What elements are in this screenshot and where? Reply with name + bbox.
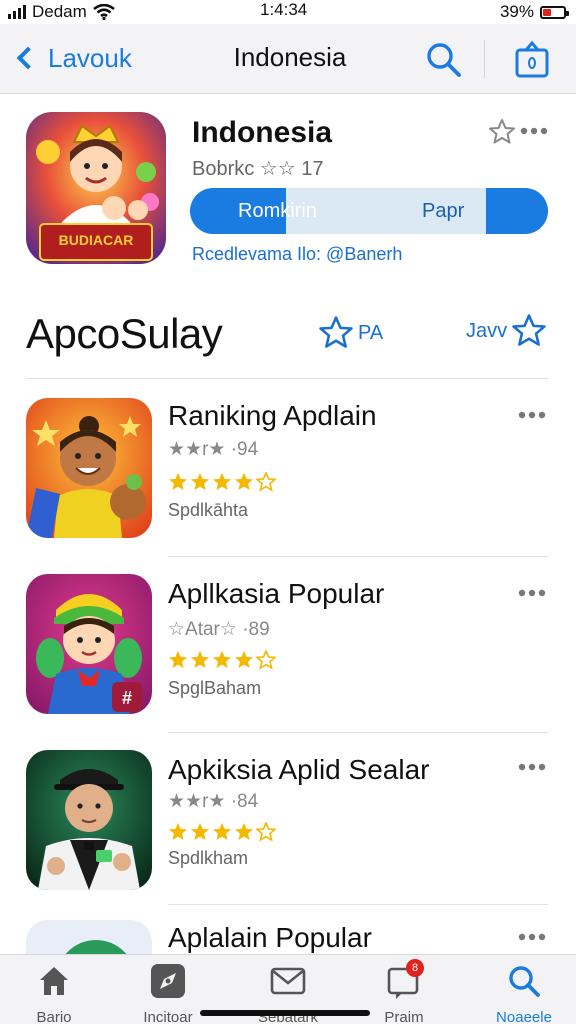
app-icon[interactable] xyxy=(26,750,152,890)
share-icon[interactable] xyxy=(512,38,552,82)
app-name: Apllkasia Popular xyxy=(168,578,385,609)
app-meta: ★★r★ ·94 xyxy=(168,439,259,460)
star-rating xyxy=(168,822,276,842)
row-divider xyxy=(168,556,548,557)
section-title: ApcoSulay xyxy=(26,310,223,357)
chevron-left-icon xyxy=(16,46,40,70)
app-name: Aplalain Popular xyxy=(168,922,372,953)
star-rating xyxy=(168,472,276,492)
app-name: Apkiksia Aplid Sealar xyxy=(168,754,430,785)
more-icon[interactable] xyxy=(518,410,546,420)
section-left-action-label: PA xyxy=(358,321,384,344)
app-icon[interactable] xyxy=(26,920,152,954)
star-filled-icon xyxy=(213,651,231,668)
tab-label: Bario xyxy=(36,1009,72,1024)
back-button[interactable]: Lavouk xyxy=(14,38,132,78)
list-item[interactable]: Apkiksia Aplid Sealar ★★r★ ·84 Spdlkham xyxy=(0,736,576,912)
star-empty-icon xyxy=(256,822,276,842)
star-empty-icon xyxy=(256,650,276,670)
battery-icon xyxy=(540,5,569,19)
list-item[interactable]: # Apllkasia Popular ☆Atar☆ ·89 SpglBaham xyxy=(0,560,576,736)
star-filled-icon xyxy=(169,823,187,840)
star-filled-icon xyxy=(213,823,231,840)
row-divider xyxy=(168,904,548,905)
app-category: Spdlkham xyxy=(168,848,249,868)
featured-app-subtitle: Bobrkc ☆☆ 17 xyxy=(192,158,324,180)
tab-search[interactable]: Noaeele xyxy=(474,963,574,1024)
featured-action-button[interactable]: Romkirin Papr xyxy=(190,188,548,234)
app-icon[interactable]: # xyxy=(26,574,152,714)
star-filled-icon xyxy=(235,473,253,490)
app-category: SpglBaham xyxy=(168,678,262,698)
star-filled-icon xyxy=(191,473,209,490)
search-icon xyxy=(509,966,540,997)
carrier-label: Dedam xyxy=(32,2,87,21)
app-category: Spdlkāhta xyxy=(168,500,249,520)
status-bar: Dedam 1:4:34 39% xyxy=(0,0,576,24)
star-filled-icon xyxy=(169,651,187,668)
list-item[interactable]: Raniking Apdlain ★★r★ ·94 Spdlkāhta xyxy=(0,384,576,560)
section-right-action-label: Javv xyxy=(466,319,508,342)
star-filled-icon xyxy=(213,473,231,490)
star-filled-icon xyxy=(169,473,187,490)
more-icon[interactable] xyxy=(518,762,546,772)
star-outline-icon xyxy=(319,316,353,348)
status-right: 39% xyxy=(499,2,569,22)
notification-badge: 8 xyxy=(406,959,424,977)
app-name: Raniking Apdlain xyxy=(168,400,377,431)
battery-fill xyxy=(543,8,551,16)
star-filled-icon xyxy=(235,651,253,668)
star-filled-icon xyxy=(235,823,253,840)
home-indicator xyxy=(200,1010,370,1016)
mail-icon xyxy=(270,967,306,995)
page-title: Indonesia xyxy=(233,42,347,72)
clock: 1:4:34 xyxy=(260,0,308,19)
search-icon[interactable] xyxy=(424,40,464,80)
star-empty-icon xyxy=(256,472,276,492)
section-right-action-button[interactable]: Javv xyxy=(466,312,547,350)
svg-text:#: # xyxy=(122,688,132,708)
back-label: Lavouk xyxy=(48,42,132,73)
home-icon xyxy=(40,967,68,995)
wifi-icon xyxy=(93,4,115,20)
compass-icon xyxy=(151,964,185,998)
tab-label: Noaeele xyxy=(496,1009,552,1024)
featured-app-title: Indonesia xyxy=(192,116,333,149)
battery-percent: 39% xyxy=(499,2,534,21)
star-outline-icon xyxy=(512,314,546,346)
nav-divider xyxy=(484,40,485,78)
app-icon[interactable] xyxy=(26,398,152,538)
signal-icon xyxy=(8,5,26,19)
featured-developer-link[interactable]: Rcedlevama Ilo: @Banerh xyxy=(192,244,402,265)
more-icon[interactable] xyxy=(518,932,546,942)
list-item[interactable]: Aplalain Popular xyxy=(0,910,576,954)
more-icon[interactable] xyxy=(518,588,546,598)
more-icon[interactable] xyxy=(520,126,548,136)
star-filled-icon xyxy=(191,823,209,840)
tab-home[interactable]: Bario xyxy=(4,963,104,1024)
app-meta: ☆Atar☆ ·89 xyxy=(168,619,270,640)
featured-icon-text: BUDIACAR xyxy=(59,232,134,248)
featured-app-icon[interactable]: BUDIACAR xyxy=(26,112,166,264)
section-divider xyxy=(26,378,548,379)
star-rating xyxy=(168,650,276,670)
featured-app[interactable]: BUDIACAR Indonesia Bobrkc ☆☆ 17 Romkirin… xyxy=(0,96,576,286)
pill-left-label: Romkirin xyxy=(238,200,317,222)
navigation-bar: Lavouk Indonesia xyxy=(0,24,576,94)
app-meta: ★★r★ ·84 xyxy=(168,791,259,812)
row-divider xyxy=(168,732,548,733)
pill-right-label: Papr xyxy=(422,200,465,222)
section-favorite-button[interactable]: PA xyxy=(318,314,383,352)
status-left: Dedam xyxy=(8,2,115,22)
favorite-star-icon[interactable] xyxy=(488,118,516,146)
star-filled-icon xyxy=(191,651,209,668)
